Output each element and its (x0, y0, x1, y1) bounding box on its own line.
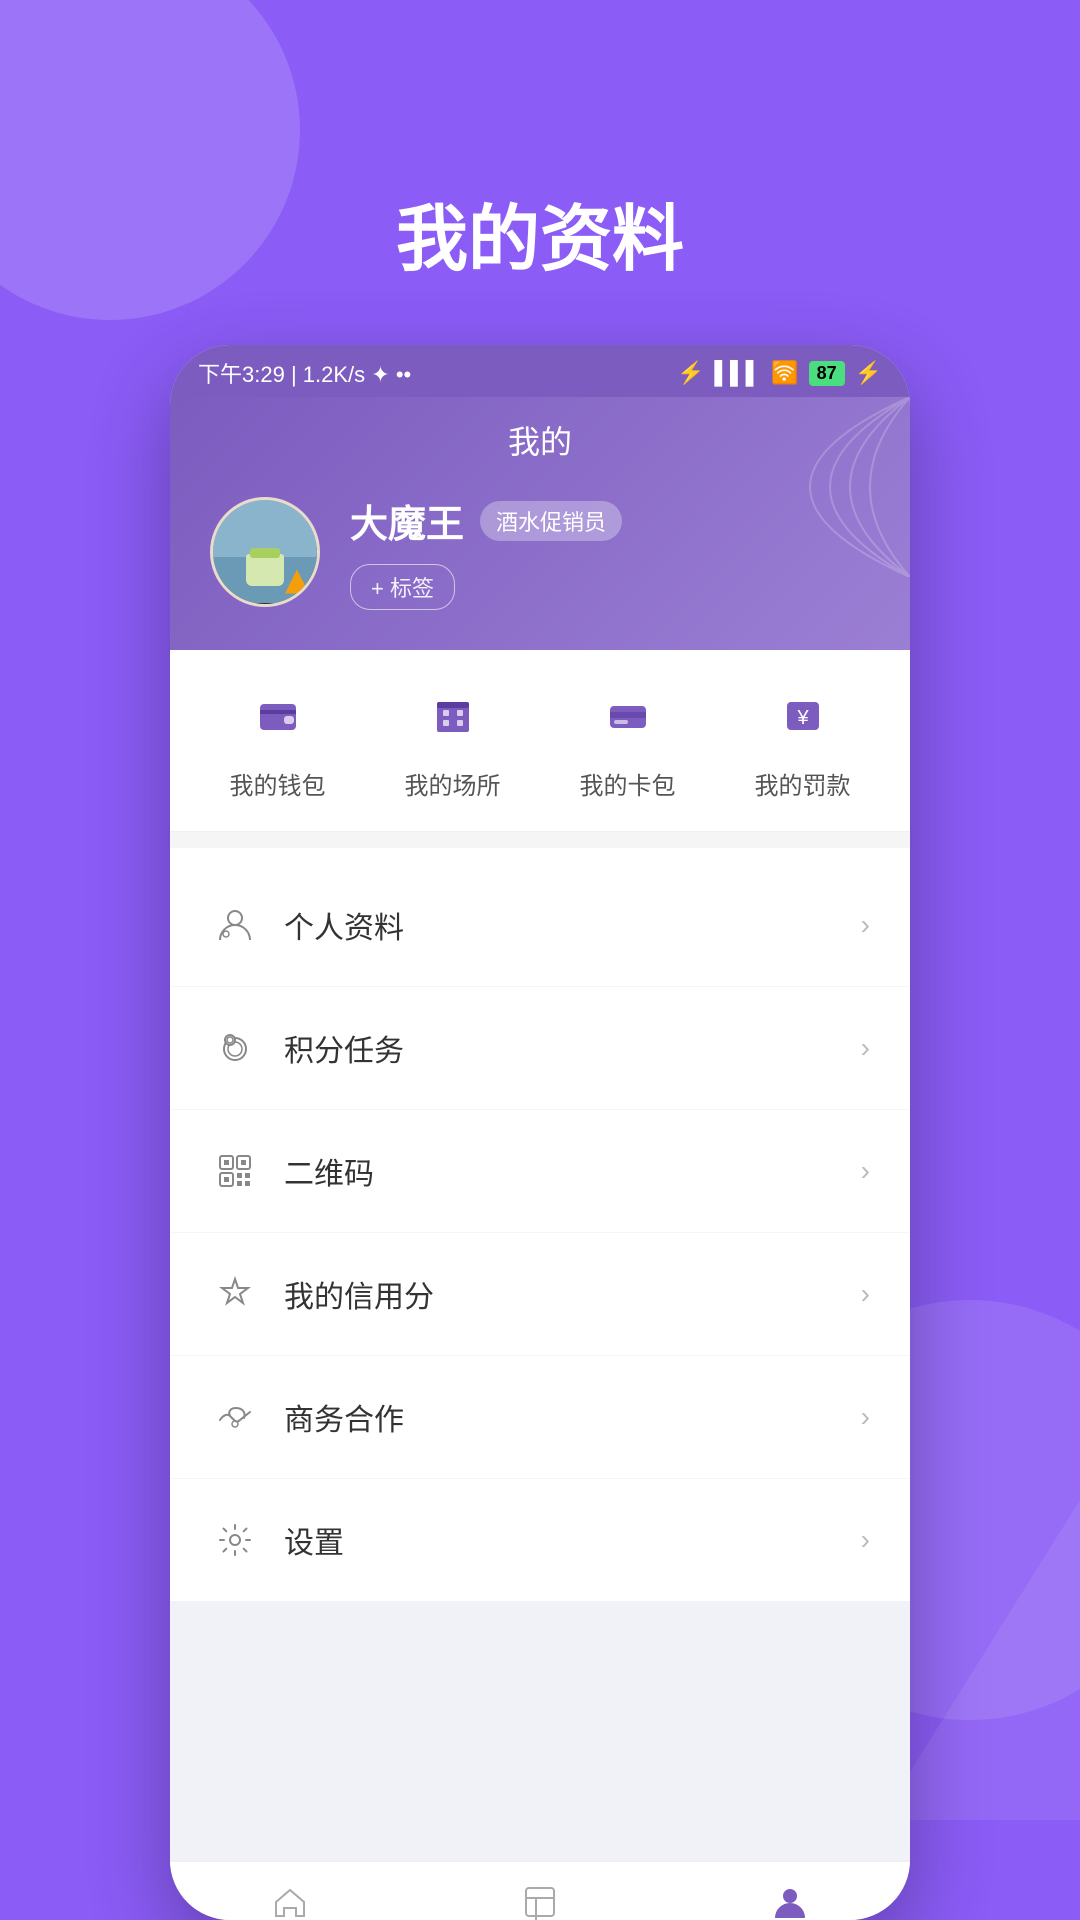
add-tag-button[interactable]: + 标签 (350, 564, 455, 610)
handshake-icon (210, 1392, 260, 1442)
status-time-network: 下午3:29 | 1.2K/s ✦ •• (198, 357, 411, 389)
quick-item-card[interactable]: 我的卡包 (580, 680, 676, 801)
menu-text-settings: 设置 (284, 1518, 861, 1562)
chevron-right-icon-business: › (861, 1401, 870, 1433)
qrcode-icon (210, 1146, 260, 1196)
menu-text-credit: 我的信用分 (284, 1272, 861, 1316)
bluetooth-icon: ⚡ (677, 360, 704, 386)
menu-item-profile[interactable]: 个人资料 › (170, 864, 910, 987)
wifi-icon: 🛜 (771, 360, 798, 386)
quick-item-venue[interactable]: 我的场所 (405, 680, 501, 801)
mine-nav-icon (770, 1882, 810, 1920)
signal-icon: ▌▌▌ (714, 360, 761, 386)
quick-actions-bar: 我的钱包 我的场所 (170, 650, 910, 832)
menu-item-settings[interactable]: 设置 › (170, 1479, 910, 1601)
menu-item-credit[interactable]: 我的信用分 › (170, 1233, 910, 1356)
menu-item-qrcode[interactable]: 二维码 › (170, 1110, 910, 1233)
profile-info: 大魔王 酒水促销员 + 标签 (350, 493, 870, 610)
nav-item-home[interactable]: 首页 (228, 1882, 352, 1920)
quick-label-venue: 我的场所 (405, 766, 501, 801)
building-icon (417, 680, 489, 752)
settings-icon (210, 1515, 260, 1565)
avatar (210, 497, 320, 607)
bg-decoration-circle-top (0, 0, 300, 320)
chevron-right-icon-credit: › (861, 1278, 870, 1310)
quick-label-wallet: 我的钱包 (230, 766, 326, 801)
quick-label-card: 我的卡包 (580, 766, 676, 801)
home-nav-icon (270, 1882, 310, 1920)
menu-text-points: 积分任务 (284, 1026, 861, 1070)
svg-text:¥: ¥ (796, 707, 809, 729)
menu-item-business[interactable]: 商务合作 › (170, 1356, 910, 1479)
credit-icon (210, 1269, 260, 1319)
quick-item-fine[interactable]: ¥ 我的罚款 (755, 680, 851, 801)
bg-decoration-triangle (880, 1500, 1080, 1820)
card-icon (592, 680, 664, 752)
menu-list: 个人资料 › 积分任务 › (170, 864, 910, 1601)
wallet-icon (242, 680, 314, 752)
quick-label-fine: 我的罚款 (755, 766, 851, 801)
chevron-right-icon-profile: › (861, 909, 870, 941)
page-title: 我的资料 (396, 180, 684, 285)
chevron-right-icon-points: › (861, 1032, 870, 1064)
avatar-image (213, 500, 317, 604)
header-title: 我的 (210, 417, 870, 463)
divider (170, 832, 910, 848)
menu-text-profile: 个人资料 (284, 903, 861, 947)
coins-icon (210, 1023, 260, 1073)
role-badge: 酒水促销员 (480, 501, 622, 541)
phone-frame: 下午3:29 | 1.2K/s ✦ •• ⚡ ▌▌▌ 🛜 87 ⚡ 我的 (170, 345, 910, 1920)
nav-item-mine[interactable]: 我的 (728, 1882, 852, 1920)
bottom-nav: 首页 工作台 我的 (170, 1861, 910, 1920)
menu-text-qrcode: 二维码 (284, 1149, 861, 1193)
nav-item-workbench[interactable]: 工作台 (467, 1882, 613, 1920)
quick-item-wallet[interactable]: 我的钱包 (230, 680, 326, 801)
fine-icon: ¥ (767, 680, 839, 752)
charging-icon: ⚡ (855, 360, 882, 386)
status-bar: 下午3:29 | 1.2K/s ✦ •• ⚡ ▌▌▌ 🛜 87 ⚡ (170, 345, 910, 397)
menu-item-points[interactable]: 积分任务 › (170, 987, 910, 1110)
chevron-right-icon-qrcode: › (861, 1155, 870, 1187)
user-name: 大魔王 (350, 493, 464, 548)
status-icons: ⚡ ▌▌▌ 🛜 87 ⚡ (677, 360, 882, 386)
person-icon (210, 900, 260, 950)
chevron-right-icon-settings: › (861, 1524, 870, 1556)
profile-row: 大魔王 酒水促销员 + 标签 (210, 493, 870, 610)
battery-indicator: 87 (809, 361, 845, 386)
content-spacer (170, 1601, 910, 1861)
profile-header: 我的 大魔王 酒水促销员 + 标签 (170, 397, 910, 650)
user-name-row: 大魔王 酒水促销员 (350, 493, 870, 548)
menu-text-business: 商务合作 (284, 1395, 861, 1439)
workbench-nav-icon (520, 1882, 560, 1920)
